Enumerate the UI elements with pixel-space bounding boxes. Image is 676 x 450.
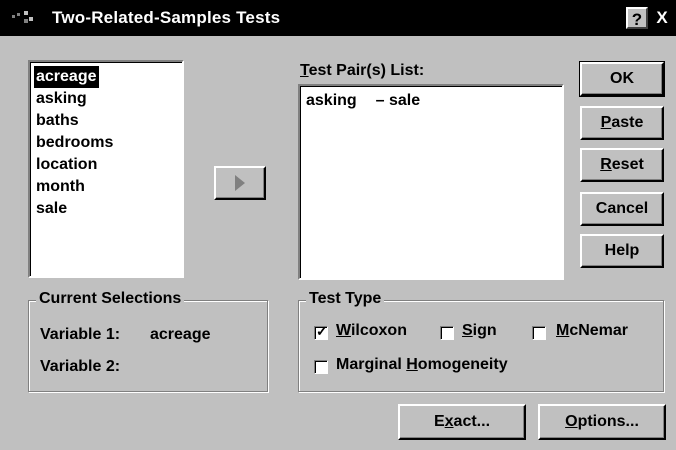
exact-accel: x xyxy=(444,413,454,430)
test-type-title: Test Type xyxy=(306,290,385,308)
help-button[interactable]: Help xyxy=(580,234,664,268)
current-selections-group xyxy=(28,300,268,392)
mcnemar-label[interactable]: McNemar xyxy=(556,322,628,340)
paste-accel: P xyxy=(600,114,612,131)
variable-list[interactable]: acreage asking baths bedrooms location month s… xyxy=(28,60,184,278)
options-rest: ptions... xyxy=(577,413,639,430)
mh-part2: omogeneity xyxy=(417,356,508,373)
test-pairs-list[interactable]: asking – sale xyxy=(298,84,564,280)
exact-part2: act... xyxy=(453,413,491,430)
wilcoxon-label[interactable]: Wilcoxon xyxy=(336,322,407,340)
reset-rest: eset xyxy=(611,156,644,173)
test-pairs-label-rest: est Pair(s) List: xyxy=(308,62,425,79)
test-pair-var2: sale xyxy=(388,92,421,109)
move-pair-button[interactable] xyxy=(214,166,266,200)
paste-rest: aste xyxy=(611,114,644,131)
variable-list-item[interactable]: month xyxy=(36,176,85,198)
window-title: Two-Related-Samples Tests xyxy=(52,8,281,27)
wilcoxon-checkbox[interactable]: ✓ xyxy=(314,323,328,340)
mcnemar-checkbox[interactable] xyxy=(532,326,546,340)
options-accel: O xyxy=(565,413,578,430)
current-selections-title: Current Selections xyxy=(36,290,185,308)
marginal-homogeneity-label[interactable]: Marginal Homogeneity xyxy=(336,356,508,374)
test-pair-item[interactable]: asking – sale xyxy=(306,90,420,112)
ok-button[interactable]: OK xyxy=(579,61,665,97)
variable-list-item[interactable]: location xyxy=(36,154,97,176)
sign-accel: S xyxy=(462,322,473,339)
sign-rest: ign xyxy=(472,322,497,339)
mh-accel: H xyxy=(406,356,418,373)
help-title-button[interactable]: ? xyxy=(626,7,648,29)
variable-list-item[interactable]: sale xyxy=(36,198,67,220)
close-title-button[interactable]: X xyxy=(650,7,674,29)
test-pairs-label: Test Pair(s) List: xyxy=(300,62,424,80)
variable2-label: Variable 2: xyxy=(40,358,121,375)
checkmark-icon: ✓ xyxy=(316,323,328,339)
mcnemar-accel: M xyxy=(556,322,570,339)
exact-button[interactable]: Exact... xyxy=(398,404,526,440)
title-bar: Two-Related-Samples Tests ? X xyxy=(0,0,676,36)
sign-checkbox[interactable] xyxy=(440,326,454,340)
spss-icon xyxy=(12,11,33,23)
variable1-value: acreage xyxy=(150,326,211,343)
options-button[interactable]: Options... xyxy=(538,404,666,440)
test-pairs-label-accel: T xyxy=(300,62,309,79)
marginal-homogeneity-checkbox[interactable] xyxy=(314,360,328,374)
two-related-samples-dialog: Two-Related-Samples Tests ? X acreage ask… xyxy=(0,0,676,450)
exact-part1: E xyxy=(433,413,445,430)
cancel-button[interactable]: Cancel xyxy=(580,192,664,226)
reset-accel: R xyxy=(600,156,612,173)
variable1-label: Variable 1: xyxy=(40,326,121,343)
paste-button[interactable]: Paste xyxy=(580,106,664,140)
arrow-right-icon xyxy=(235,175,245,191)
mcnemar-rest: cNemar xyxy=(569,322,629,339)
variable-list-item[interactable]: bedrooms xyxy=(36,132,113,154)
wilcoxon-rest: ilcoxon xyxy=(350,322,407,339)
test-type-group xyxy=(298,300,664,392)
wilcoxon-accel: W xyxy=(336,322,351,339)
variable-list-item[interactable]: asking xyxy=(36,88,87,110)
test-pair-var1: asking xyxy=(306,92,357,109)
reset-button[interactable]: Reset xyxy=(580,148,664,182)
sign-label[interactable]: Sign xyxy=(462,322,497,340)
test-pair-separator: – xyxy=(375,92,385,109)
variable-list-item[interactable]: baths xyxy=(36,110,79,132)
mh-part1: Marginal xyxy=(336,356,407,373)
variable-list-item[interactable]: acreage xyxy=(34,66,99,88)
